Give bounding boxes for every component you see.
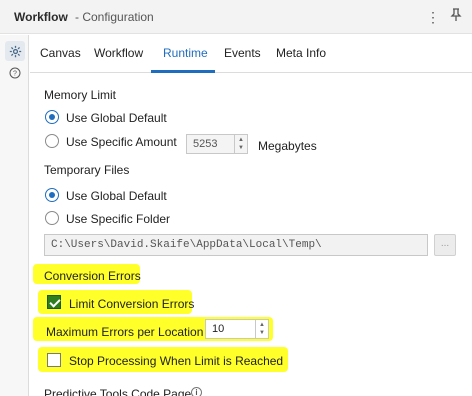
tab-events[interactable]: Events (224, 46, 261, 60)
memory-global-radio[interactable] (45, 110, 59, 124)
max-errors-stepper[interactable]: 10 ▲ ▼ (205, 319, 269, 339)
title-bar: Workflow - Configuration ⋮ (0, 0, 472, 34)
memory-limit-heading: Memory Limit (44, 88, 117, 102)
temp-specific-radio[interactable] (45, 211, 59, 225)
memory-specific-label: Use Specific Amount (66, 135, 177, 149)
limit-conversion-errors-label: Limit Conversion Errors (69, 297, 195, 311)
window-title: Workflow (14, 10, 68, 24)
vertical-ellipsis-icon[interactable]: ⋮ (425, 8, 441, 26)
chevron-up-icon[interactable]: ▲ (259, 322, 265, 328)
memory-global-label: Use Global Default (66, 111, 167, 125)
temp-folder-path-field[interactable]: C:\Users\David.Skaife\AppData\Local\Temp… (44, 234, 428, 256)
tab-workflow[interactable]: Workflow (94, 46, 143, 60)
info-icon[interactable]: i (191, 387, 202, 396)
temporary-files-heading: Temporary Files (44, 163, 130, 177)
temp-folder-path-value: C:\Users\David.Skaife\AppData\Local\Temp… (51, 239, 322, 251)
tab-bar: Canvas Workflow Runtime Events Meta Info (30, 35, 472, 73)
max-errors-value: 10 (212, 323, 225, 335)
conversion-errors-heading: Conversion Errors (44, 269, 141, 283)
memory-amount-value: 5253 (193, 138, 218, 150)
chevron-down-icon[interactable]: ▼ (238, 145, 244, 151)
chevron-down-icon[interactable]: ▼ (259, 330, 265, 336)
stop-processing-checkbox[interactable] (47, 353, 61, 367)
temp-specific-label: Use Specific Folder (66, 212, 171, 226)
tab-canvas[interactable]: Canvas (40, 46, 81, 60)
chevron-up-icon[interactable]: ▲ (238, 137, 244, 143)
max-errors-label: Maximum Errors per Location (46, 325, 204, 339)
tab-runtime[interactable]: Runtime (163, 46, 208, 60)
stepper-arrows[interactable]: ▲ ▼ (234, 135, 247, 153)
help-icon[interactable]: ? (5, 63, 25, 83)
browse-folder-button[interactable]: ... (434, 234, 456, 256)
max-errors-stepper-arrows[interactable]: ▲ ▼ (255, 320, 268, 338)
tab-meta-info[interactable]: Meta Info (276, 46, 326, 60)
pin-icon[interactable] (448, 8, 464, 26)
left-sidebar: ? (0, 35, 29, 396)
window-subtitle: - Configuration (75, 10, 154, 24)
svg-text:?: ? (13, 71, 17, 78)
memory-amount-stepper[interactable]: 5253 ▲ ▼ (186, 134, 248, 154)
memory-specific-radio[interactable] (45, 134, 59, 148)
temp-global-radio[interactable] (45, 188, 59, 202)
limit-conversion-errors-checkbox[interactable] (47, 295, 61, 309)
temp-global-label: Use Global Default (66, 189, 167, 203)
gear-icon[interactable] (5, 41, 25, 61)
stop-processing-label: Stop Processing When Limit is Reached (69, 354, 284, 368)
memory-unit-label: Megabytes (258, 139, 317, 153)
active-tab-indicator (151, 70, 215, 73)
predictive-code-page-heading: Predictive Tools Code Page (44, 387, 192, 396)
